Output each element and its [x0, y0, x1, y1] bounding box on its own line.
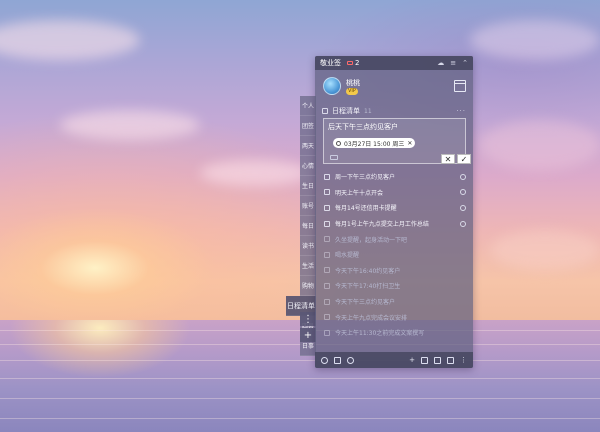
bottom-toolbar: + ⋮: [315, 352, 473, 368]
tabs-more-button[interactable]: ⋮: [300, 312, 316, 326]
wave-line: [0, 398, 600, 399]
add-tab-button[interactable]: +: [300, 328, 316, 342]
new-note-editor[interactable]: 后天下午三点约见客户 03月27日 15:00 周三 ✕ ✕ ✓: [323, 118, 471, 164]
vip-badge: VIP: [346, 88, 358, 95]
completed-item[interactable]: 今天上午九点完成会议安排: [315, 309, 473, 325]
more-icon[interactable]: ⋮: [460, 356, 467, 364]
item-text: 每月14号还信用卡提醒: [335, 205, 397, 213]
item-checkbox[interactable]: [324, 173, 330, 180]
alarm-icon: [460, 189, 466, 196]
sync-icon[interactable]: [334, 356, 341, 364]
reminder-icon[interactable]: [330, 155, 338, 160]
tab-item[interactable]: 读书: [300, 236, 316, 256]
list-item[interactable]: 明天上午十点开会: [315, 185, 473, 201]
wave-line: [0, 360, 600, 361]
note-panel: 敬业签 2 ☁ ≡ ⌃ 桃桃 VIP 日程清单 11 ··· 后天下午三点约见客…: [315, 56, 473, 368]
reminder-date-chip[interactable]: 03月27日 15:00 周三 ✕: [333, 138, 416, 148]
alarm-icon: [460, 220, 466, 227]
list-item[interactable]: 每月1号上午九点提交上月工作总结: [315, 216, 473, 232]
document-icon[interactable]: [447, 356, 454, 364]
alarm-icon: [460, 204, 466, 211]
item-text: 今天下午三点约见客户: [335, 299, 396, 307]
cloud-icon[interactable]: ☁: [437, 59, 444, 67]
section-checkbox-icon: [322, 108, 328, 114]
image-icon[interactable]: [421, 356, 428, 364]
completed-item[interactable]: 今天下午17:40打扫卫生: [315, 278, 473, 294]
list-item[interactable]: 每月14号还信用卡提醒: [315, 200, 473, 216]
cloud: [200, 160, 310, 186]
tab-item[interactable]: 账号: [300, 196, 316, 216]
tab-item[interactable]: 两天: [300, 136, 316, 156]
user-header: 桃桃 VIP: [315, 70, 473, 104]
tab-item[interactable]: 心情: [300, 156, 316, 176]
tab-item[interactable]: 生日: [300, 176, 316, 196]
item-checkbox[interactable]: [324, 220, 330, 227]
item-checkbox[interactable]: [324, 282, 330, 289]
section-header: 日程清单 11 ···: [315, 104, 473, 118]
menu-icon[interactable]: ≡: [450, 59, 456, 67]
item-text: 明天上午十点开会: [335, 189, 384, 197]
note-list: 周一下午三点约见客户 明天上午十点开会 每月14号还信用卡提醒 每月1号上午九点…: [315, 169, 473, 341]
mail-notification[interactable]: 2: [347, 59, 359, 67]
toolbar-right: + ⋮: [409, 356, 467, 364]
mail-count: 2: [355, 59, 360, 67]
alarm-icon: [460, 173, 466, 180]
list-item[interactable]: 周一下午三点约见客户: [315, 169, 473, 185]
item-text: 每月1号上午九点提交上月工作总结: [335, 221, 429, 229]
item-checkbox[interactable]: [324, 267, 330, 274]
mail-icon: [347, 61, 353, 65]
tab-item[interactable]: 个人: [300, 96, 316, 116]
completed-item[interactable]: 久坐提醒，起身活动一下吧: [315, 231, 473, 247]
add-note-icon[interactable]: +: [409, 356, 415, 364]
completed-item[interactable]: 今天上午11:30之前完成文案撰写: [315, 325, 473, 341]
cloud: [470, 20, 600, 60]
avatar[interactable]: [323, 77, 341, 95]
reminder-date: 03月27日 15:00 周三: [344, 140, 405, 148]
item-text: 今天下午17:40打扫卫生: [335, 283, 401, 291]
item-checkbox[interactable]: [324, 251, 330, 258]
editor-text[interactable]: 后天下午三点约见客户: [328, 122, 398, 132]
item-text: 今天上午11:30之前完成文案撰写: [335, 330, 425, 338]
item-checkbox[interactable]: [324, 236, 330, 243]
confirm-button[interactable]: ✓: [457, 154, 471, 164]
cloud: [490, 230, 600, 270]
more-options-button[interactable]: ···: [456, 107, 466, 115]
item-checkbox[interactable]: [324, 329, 330, 336]
item-checkbox[interactable]: [324, 189, 330, 196]
cloud: [480, 120, 600, 170]
item-checkbox[interactable]: [324, 298, 330, 305]
completed-item[interactable]: 今天下午三点约见客户: [315, 294, 473, 310]
tab-item[interactable]: 购物: [300, 276, 316, 296]
item-text: 周一下午三点约见客户: [335, 174, 396, 182]
item-text: 今天上午九点完成会议安排: [335, 314, 408, 322]
user-name: 桃桃: [346, 79, 360, 87]
table-icon[interactable]: [434, 356, 441, 364]
tab-item[interactable]: 生活: [300, 256, 316, 276]
completed-item[interactable]: 今天下午16:40约见客户: [315, 263, 473, 279]
app-title: 敬业签: [320, 59, 341, 67]
wave-line: [0, 418, 600, 419]
cancel-button[interactable]: ✕: [441, 154, 455, 164]
tab-item[interactable]: 每日: [300, 216, 316, 236]
section-title: 日程清单: [332, 107, 360, 115]
item-text: 久坐提醒，起身活动一下吧: [335, 236, 408, 244]
history-icon[interactable]: [321, 356, 328, 364]
section-count: 11: [364, 107, 372, 115]
completed-item[interactable]: 喝水提醒: [315, 247, 473, 263]
collapse-icon[interactable]: ⌃: [462, 59, 468, 67]
item-text: 喝水提醒: [335, 252, 360, 260]
cloud: [60, 110, 200, 140]
title-bar[interactable]: 敬业签 2 ☁ ≡ ⌃: [315, 56, 473, 70]
calendar-icon[interactable]: [454, 80, 466, 92]
clock-icon: [336, 140, 341, 146]
item-checkbox[interactable]: [324, 314, 330, 321]
item-checkbox[interactable]: [324, 204, 330, 211]
remove-reminder-icon[interactable]: ✕: [407, 140, 412, 147]
item-text: 今天下午16:40约见客户: [335, 267, 401, 275]
title-icons: ☁ ≡ ⌃: [437, 59, 468, 67]
search-icon[interactable]: [347, 356, 354, 364]
wave-line: [0, 378, 600, 379]
tab-item[interactable]: 团签: [300, 116, 316, 136]
